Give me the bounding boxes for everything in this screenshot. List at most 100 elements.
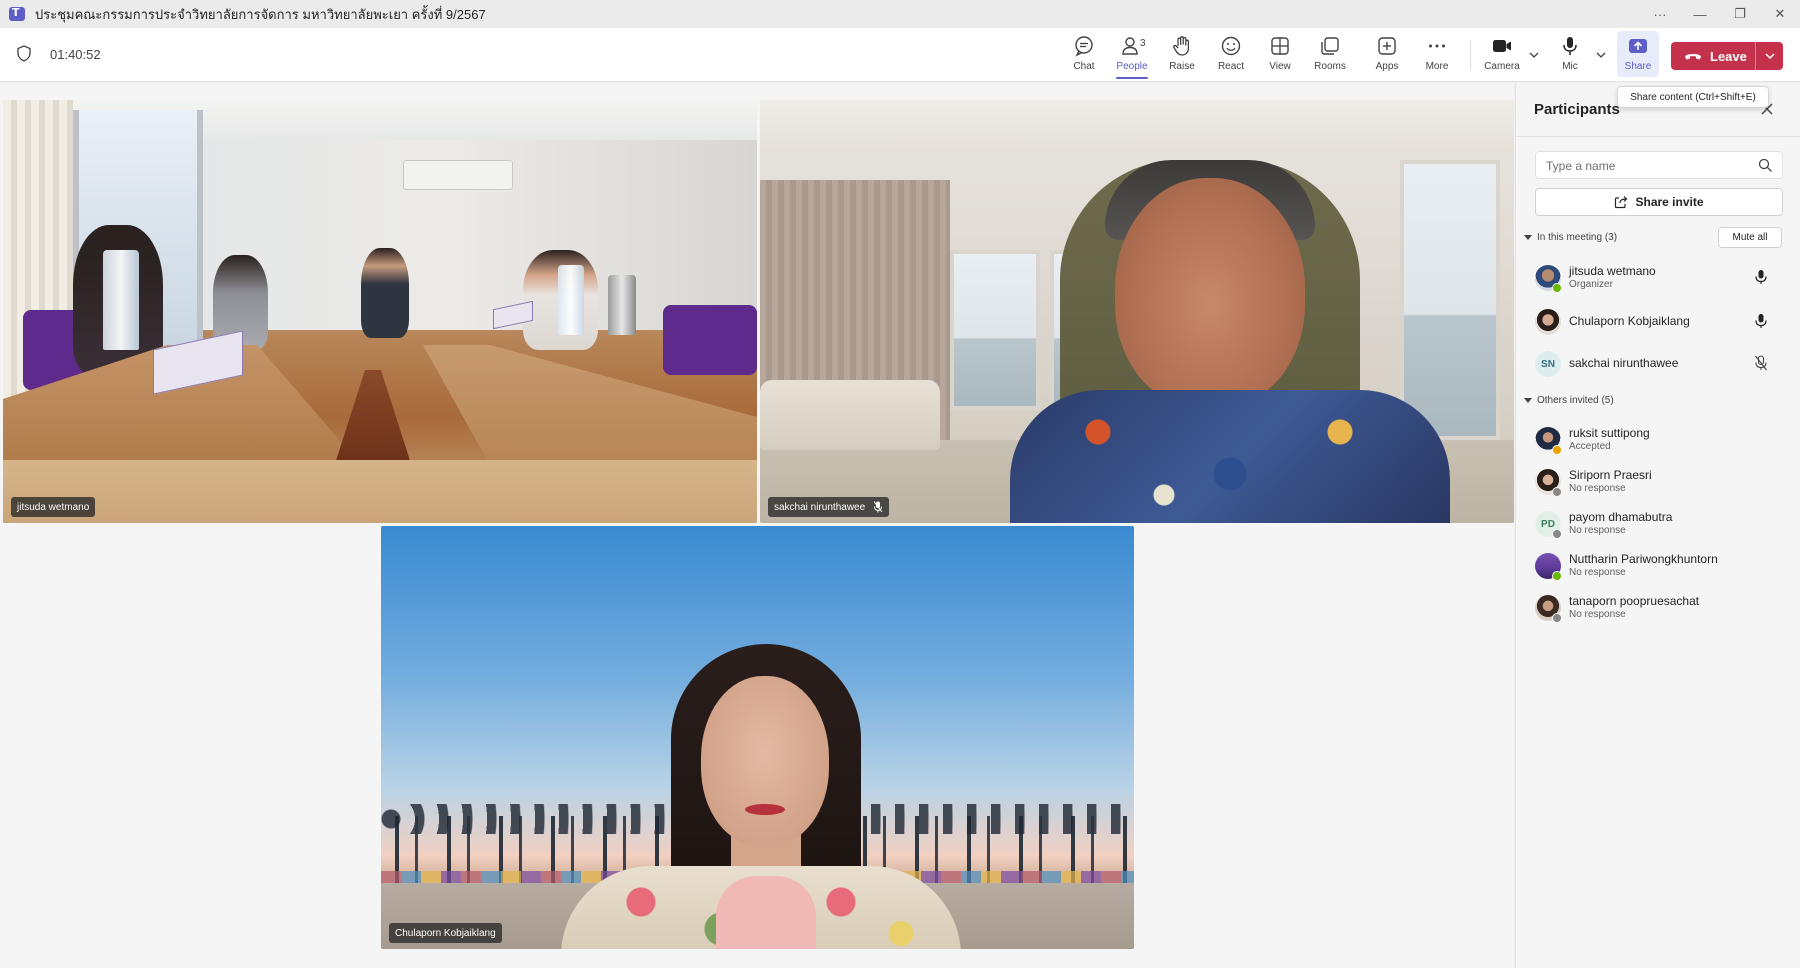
mic-button[interactable]: Mic [1546, 33, 1594, 79]
mic-muted-icon [1755, 355, 1767, 371]
share-icon [1615, 196, 1628, 209]
invitee-status: No response [1569, 609, 1626, 620]
apps-label: Apps [1375, 61, 1399, 72]
water-bottle [558, 265, 584, 335]
window-more-button[interactable]: ··· [1640, 0, 1680, 28]
shield-icon [17, 45, 31, 62]
video-tile-chulaporn[interactable]: Chulaporn Kobjaiklang [381, 526, 1134, 949]
participant-role: Organizer [1569, 279, 1613, 290]
leave-label: Leave [1710, 48, 1747, 64]
maximize-button[interactable]: ❐ [1720, 0, 1760, 28]
mic-options-chevron-icon[interactable] [1594, 48, 1608, 62]
more-button[interactable]: More [1413, 33, 1461, 79]
more-dots-icon [1429, 44, 1445, 48]
people-count: 3 [1140, 38, 1146, 49]
participant-row[interactable]: Chulaporn Kobjaiklang [1516, 301, 1800, 341]
invitee-row[interactable]: ruksit suttipong Accepted [1516, 419, 1800, 459]
invitee-row[interactable]: Nuttharin Pariwongkhuntorn No response [1516, 545, 1800, 585]
invitee-row[interactable]: PD payom dhamabutra No response [1516, 503, 1800, 543]
video-tile-sakchai[interactable]: sakchai nirunthawee [760, 100, 1514, 523]
chat-button[interactable]: Chat [1060, 33, 1108, 79]
react-label: React [1217, 61, 1245, 72]
collapse-chevron-icon [1524, 235, 1532, 240]
face [701, 676, 829, 846]
participant-row[interactable]: jitsuda wetmano Organizer [1516, 257, 1800, 297]
presence-badge [1552, 445, 1562, 455]
search-icon[interactable] [1758, 158, 1773, 173]
sofa [760, 380, 940, 450]
camera-options-chevron-icon[interactable] [1527, 48, 1541, 62]
view-label: View [1269, 61, 1291, 72]
others-invited-header: Others invited (5) [1537, 395, 1614, 406]
minimize-button[interactable]: — [1680, 0, 1720, 28]
participant-search [1535, 151, 1783, 179]
search-input[interactable] [1546, 157, 1746, 175]
presence-badge [1552, 613, 1562, 623]
invitee-name: tanaporn poopruesachat [1569, 594, 1700, 608]
more-label: More [1425, 61, 1449, 72]
leave-options-chevron-icon[interactable] [1763, 49, 1777, 63]
camera-button[interactable]: Camera [1478, 33, 1526, 79]
hand-icon [1173, 36, 1190, 56]
share-label: Share [1624, 61, 1652, 72]
participants-panel: Participants Share invite In this meetin… [1515, 83, 1800, 968]
lips [745, 804, 785, 815]
video-tile-jitsuda[interactable]: jitsuda wetmano [3, 100, 757, 523]
leave-divider [1755, 42, 1756, 70]
camera-icon [1493, 40, 1511, 52]
tile-name-label: jitsuda wetmano [11, 497, 96, 517]
participant-name: jitsuda wetmano [1569, 264, 1656, 278]
rooms-icon [1321, 37, 1339, 55]
avatar [1535, 309, 1561, 335]
invitee-name: Nuttharin Pariwongkhuntorn [1569, 552, 1718, 566]
share-invite-button[interactable]: Share invite [1535, 188, 1783, 216]
window-controls: ··· — ❐ ✕ [1640, 0, 1800, 28]
chair [663, 305, 757, 375]
invitee-row[interactable]: Siriporn Praesri No response [1516, 461, 1800, 501]
microphone-icon [1755, 314, 1767, 328]
microphone-icon [1755, 270, 1767, 284]
participant-name: jitsuda wetmano [17, 501, 90, 513]
invitee-status: No response [1569, 525, 1626, 536]
camera-label: Camera [1484, 61, 1520, 72]
raise-hand-button[interactable]: Raise [1158, 33, 1206, 79]
invitee-name: Siriporn Praesri [1569, 468, 1652, 482]
floral-shirt [1010, 390, 1450, 523]
share-invite-label: Share invite [1635, 195, 1704, 209]
in-meeting-header: In this meeting (3) [1537, 232, 1618, 243]
microphone-icon [1563, 37, 1577, 55]
apps-button[interactable]: Apps [1363, 33, 1411, 79]
leave-button[interactable]: Leave [1671, 42, 1783, 70]
divider [1516, 136, 1800, 137]
toolbar-divider [1470, 40, 1471, 70]
view-button[interactable]: View [1256, 33, 1304, 79]
air-conditioner [403, 160, 513, 190]
mic-label: Mic [1562, 61, 1578, 72]
raise-label: Raise [1169, 61, 1195, 72]
people-button[interactable]: 3 People [1108, 33, 1156, 79]
invitee-status: Accepted [1569, 441, 1611, 452]
invitee-row[interactable]: tanaporn poopruesachat No response [1516, 587, 1800, 627]
participant-name: Chulaporn Kobjaiklang [395, 927, 496, 939]
rooms-button[interactable]: Rooms [1306, 33, 1354, 79]
share-button[interactable]: Share [1614, 33, 1662, 79]
others-invited-section-toggle[interactable]: Others invited (5) [1524, 395, 1614, 406]
mute-all-button[interactable]: Mute all [1718, 227, 1782, 248]
close-window-button[interactable]: ✕ [1760, 0, 1800, 28]
collapse-chevron-icon [1524, 398, 1532, 403]
rooms-label: Rooms [1314, 61, 1346, 72]
smiley-icon [1221, 36, 1241, 56]
share-tooltip: Share content (Ctrl+Shift+E) [1617, 86, 1769, 108]
add-apps-icon [1378, 37, 1396, 55]
participant-row[interactable]: SN sakchai nirunthawee [1516, 343, 1800, 383]
video-stage: jitsuda wetmano sakchai nirunthawee Chul… [0, 83, 1514, 968]
in-meeting-section-toggle[interactable]: In this meeting (3) [1524, 232, 1617, 243]
participant-name: Chulaporn Kobjaiklang [1569, 314, 1690, 328]
room-ceiling [760, 100, 1514, 155]
conference-table-front [3, 460, 757, 523]
mic-muted-icon [873, 501, 883, 513]
invitee-name: payom dhamabutra [1569, 510, 1673, 524]
chat-icon [1075, 36, 1093, 57]
tile-name-label: Chulaporn Kobjaiklang [389, 923, 502, 943]
react-button[interactable]: React [1207, 33, 1255, 79]
